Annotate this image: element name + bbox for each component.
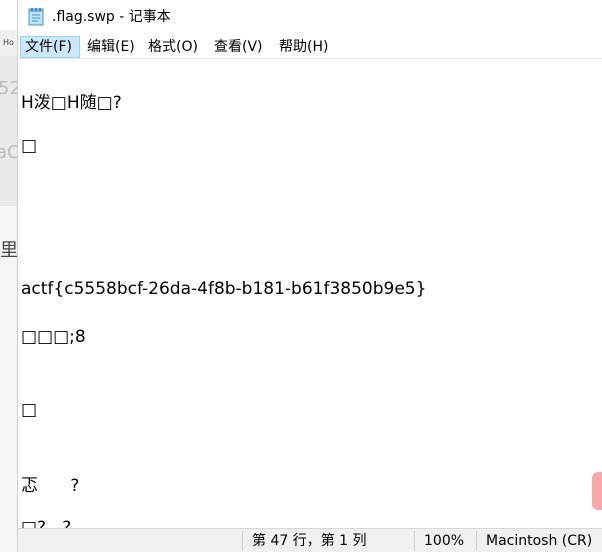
status-divider [242, 531, 243, 551]
menu-view[interactable]: 查看(V) [210, 36, 270, 58]
scroll-tab[interactable] [592, 472, 602, 510]
text-line: H泼□H随□? [21, 93, 122, 113]
menu-file[interactable]: 文件(F) [20, 36, 80, 58]
background-window-snippet: Ho [3, 38, 14, 47]
text-line: □ [21, 400, 38, 420]
window-title: .flag.swp - 记事本 [52, 9, 171, 25]
flag-text-line: actf{c5558bcf-26da-4f8b-b181-b61f3850b9e… [21, 279, 427, 299]
menu-bar: 文件(F) 编辑(E) 格式(O) 查看(V) 帮助(H) [18, 36, 602, 58]
title-bar[interactable]: .flag.swp - 记事本 [18, 0, 602, 34]
text-line: □□□;8 [21, 327, 86, 347]
background-window[interactable]: Ho 52 aC 里 [0, 0, 18, 552]
background-window-text: aC [0, 142, 18, 163]
background-window-toolbar: Ho [0, 30, 18, 56]
menu-edit[interactable]: 编辑(E) [83, 36, 139, 58]
text-line: 忑 ? [21, 476, 80, 496]
cursor-position: 第 47 行，第 1 列 [252, 533, 367, 549]
menu-format[interactable]: 格式(O) [144, 36, 204, 58]
line-ending: Macintosh (CR) [486, 533, 593, 549]
text-editor[interactable]: H泼□H随□? □ actf{c5558bcf-26da-4f8b-b181-b… [18, 58, 602, 529]
screen: Ho 52 aC 里 .flag.swp - 记事本 文件(F) 编辑(E) 格 [0, 0, 602, 552]
background-window-text: 里 [0, 240, 18, 261]
status-divider [414, 531, 415, 551]
notepad-icon [28, 8, 44, 26]
background-window-content: 52 aC [0, 56, 18, 206]
zoom-level: 100% [424, 533, 465, 549]
background-window-titlebar [0, 0, 18, 31]
text-line: □ [21, 136, 38, 156]
background-window-text: 52 [0, 78, 18, 99]
menu-help[interactable]: 帮助(H) [275, 36, 337, 58]
status-bar: 第 47 行，第 1 列 100% Macintosh (CR) [18, 528, 602, 552]
status-divider [476, 531, 477, 551]
notepad-window: .flag.swp - 记事本 文件(F) 编辑(E) 格式(O) 查看(V) … [17, 0, 602, 552]
